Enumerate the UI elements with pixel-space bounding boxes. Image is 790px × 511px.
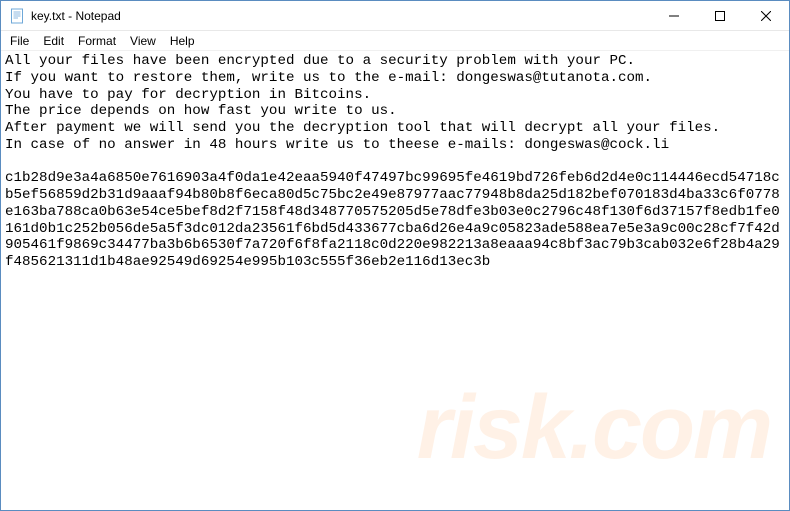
- menu-help[interactable]: Help: [163, 33, 202, 49]
- menu-format[interactable]: Format: [71, 33, 123, 49]
- menu-file[interactable]: File: [3, 33, 36, 49]
- text-area[interactable]: All your files have been encrypted due t…: [1, 51, 789, 510]
- menu-edit[interactable]: Edit: [36, 33, 71, 49]
- close-icon: [761, 11, 771, 21]
- window-controls: [651, 1, 789, 30]
- maximize-icon: [715, 11, 725, 21]
- notepad-icon: [9, 8, 25, 24]
- minimize-icon: [669, 11, 679, 21]
- window-title: key.txt - Notepad: [31, 9, 121, 23]
- menu-view[interactable]: View: [123, 33, 163, 49]
- maximize-button[interactable]: [697, 1, 743, 30]
- close-button[interactable]: [743, 1, 789, 30]
- title-left: key.txt - Notepad: [1, 8, 651, 24]
- minimize-button[interactable]: [651, 1, 697, 30]
- menu-bar: File Edit Format View Help: [1, 31, 789, 51]
- title-bar: key.txt - Notepad: [1, 1, 789, 31]
- notepad-window: key.txt - Notepad File Edit Format View …: [0, 0, 790, 511]
